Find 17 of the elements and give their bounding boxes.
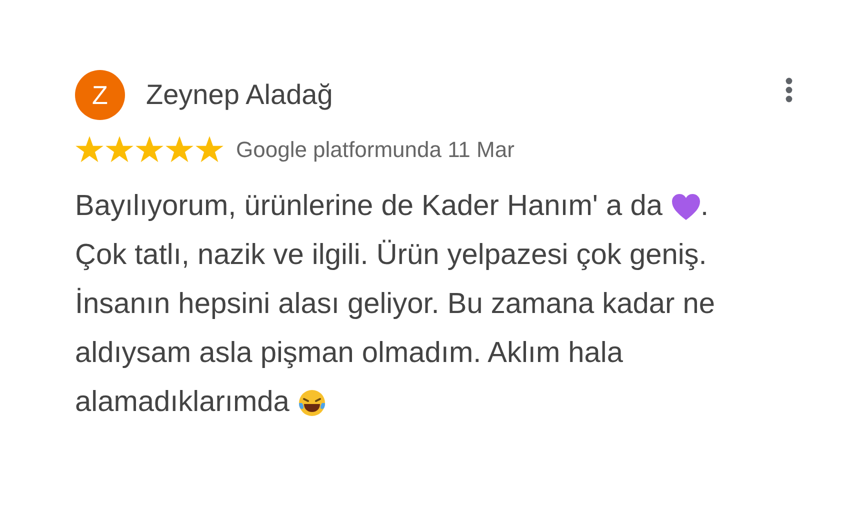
review-text: İnsanın hepsini alası geliyor. Bu zamana kadar ne bbox=[75, 286, 716, 322]
review-text: Çok tatlı, nazik ve ilgili. Ürün yelpazesi çok geniş. bbox=[75, 238, 707, 273]
star-icon bbox=[75, 136, 104, 164]
star-icon bbox=[195, 136, 224, 164]
review-text: . bbox=[700, 189, 709, 224]
avatar: Z bbox=[75, 70, 125, 120]
star-icon bbox=[165, 136, 194, 164]
review-source-date: Google platformunda 11 Mar bbox=[236, 137, 514, 163]
review-text: alamadıklarımda bbox=[75, 385, 290, 420]
laughing-face-icon bbox=[297, 388, 328, 418]
star-icon bbox=[135, 136, 164, 164]
reviewer-name: Zeynep Aladağ bbox=[146, 79, 333, 111]
review-text: Bayılıyorum, ürünlerine de Kader Hanım' a da bbox=[75, 189, 664, 224]
heart-icon bbox=[670, 192, 701, 220]
review-text: aldıysam asla pişman olmadım. Aklım hala bbox=[75, 336, 623, 371]
more-options-icon[interactable] bbox=[785, 77, 793, 103]
star-icon bbox=[105, 136, 134, 164]
